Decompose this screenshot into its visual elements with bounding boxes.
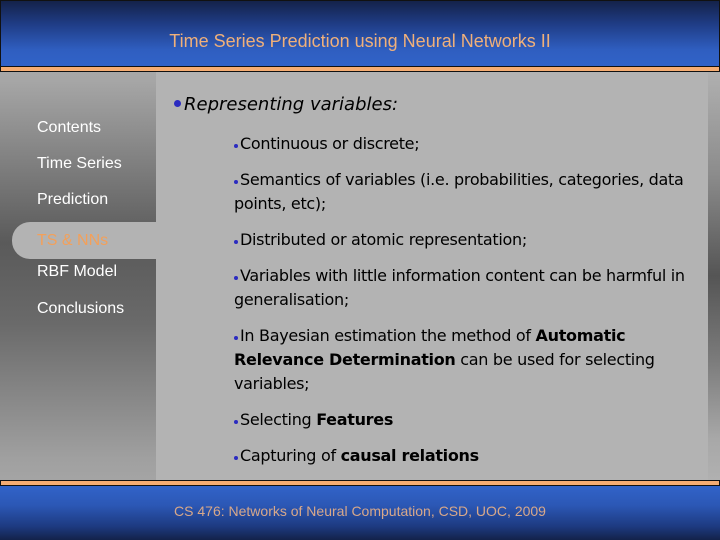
bullet-icon <box>234 275 238 280</box>
list-item: Selecting Features <box>234 408 704 432</box>
bullet-icon <box>234 239 238 244</box>
sidebar-item-rbf-model[interactable]: RBF Model <box>37 263 117 281</box>
heading-text: Representing variables: <box>184 94 399 115</box>
right-gradient-strip <box>708 72 720 480</box>
sidebar-nav: Contents Time Series Prediction TS & NNs… <box>0 72 156 480</box>
sidebar-item-conclusions[interactable]: Conclusions <box>37 300 124 318</box>
list-item: In Bayesian estimation the method of Aut… <box>234 326 655 393</box>
bullet-icon <box>234 143 238 148</box>
emphasis-text: Features <box>316 410 394 429</box>
emphasis-text: causal relations <box>340 446 480 465</box>
list-item: Continuous or discrete; <box>234 132 704 156</box>
slide-footer: CS 476: Networks of Neural Computation, … <box>0 486 720 540</box>
footer-text: CS 476: Networks of Neural Computation, … <box>174 503 546 519</box>
bullet-icon <box>234 419 238 424</box>
bullet-icon <box>234 455 238 460</box>
bullet-icon <box>234 335 238 340</box>
sidebar-item-contents[interactable]: Contents <box>37 119 101 137</box>
content-panel: Representing variables: Continuous or di… <box>156 72 708 466</box>
slide-header: Time Series Prediction using Neural Netw… <box>0 0 720 67</box>
sidebar-item-ts-nns[interactable]: TS & NNs <box>12 222 156 259</box>
content-panel-bottom <box>156 466 708 480</box>
section-heading: Representing variables: <box>174 94 398 115</box>
sidebar-item-prediction[interactable]: Prediction <box>37 191 108 209</box>
list-item: Capturing of causal relations <box>234 444 704 468</box>
list-item: Variables with little information conten… <box>234 266 685 309</box>
slide-title: Time Series Prediction using Neural Netw… <box>169 31 551 51</box>
list-item: Distributed or atomic representation; <box>234 228 704 252</box>
bullet-icon <box>174 99 181 107</box>
list-item: Semantics of variables (i.e. probabiliti… <box>234 170 684 213</box>
sidebar-item-time-series[interactable]: Time Series <box>37 155 122 173</box>
bullet-icon <box>234 179 238 184</box>
